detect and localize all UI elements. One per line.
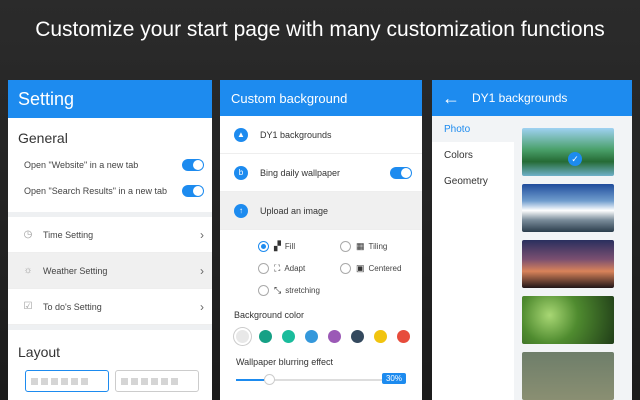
color-swatch[interactable] bbox=[397, 330, 410, 343]
layout-option-1[interactable] bbox=[25, 370, 109, 392]
adapt-icon: ⛶ bbox=[274, 262, 281, 273]
radio bbox=[340, 262, 351, 274]
layout-option-2[interactable] bbox=[115, 370, 199, 392]
open-website-toggle[interactable] bbox=[182, 159, 204, 171]
fit-options: ▞ Fill ▦ Tiling ⛶ Adapt ▣ Centered ⤡ str… bbox=[220, 230, 422, 298]
layout-title: Layout bbox=[18, 344, 61, 360]
option-label: Open "Website" in a new tab bbox=[24, 160, 139, 170]
blur-label: Wallpaper blurring effect bbox=[236, 357, 334, 367]
checkmark-icon: ✓ bbox=[568, 152, 582, 166]
row-bing-wallpaper: b Bing daily wallpaper bbox=[220, 154, 422, 192]
centered-icon: ▣ bbox=[356, 262, 365, 273]
custom-background-title: Custom background bbox=[220, 80, 422, 116]
thumbnail-grass-drops[interactable] bbox=[522, 296, 614, 344]
thumbnail-sunset-tree[interactable] bbox=[522, 240, 614, 288]
menu-label: Time Setting bbox=[43, 229, 94, 240]
color-swatch[interactable] bbox=[236, 330, 249, 343]
row-label: DY1 backgrounds bbox=[260, 129, 332, 140]
row-upload-image[interactable]: ↑ Upload an image bbox=[220, 192, 422, 230]
thumbnail-mountain[interactable] bbox=[522, 184, 614, 232]
thumbnail-forest-lake[interactable]: ✓ bbox=[522, 128, 614, 176]
menu-label: To do's Setting bbox=[43, 301, 102, 312]
slider-thumb[interactable] bbox=[264, 374, 275, 385]
menu-item-time-setting[interactable]: ◷ Time Setting › bbox=[8, 217, 212, 253]
option-open-search-results: Open "Search Results" in a new tab bbox=[8, 178, 212, 204]
color-swatch[interactable] bbox=[351, 330, 364, 343]
option-open-website: Open "Website" in a new tab bbox=[8, 152, 212, 178]
upload-icon: ↑ bbox=[234, 203, 248, 218]
radio bbox=[258, 240, 269, 252]
fit-option-tiling[interactable]: ▦ Tiling bbox=[340, 238, 420, 254]
headline: Customize your start page with many cust… bbox=[35, 18, 605, 41]
radio bbox=[258, 262, 269, 274]
menu-label: Weather Setting bbox=[43, 265, 108, 276]
fit-option-fill[interactable]: ▞ Fill bbox=[258, 238, 340, 254]
radio bbox=[258, 284, 269, 296]
option-label: Tiling bbox=[368, 241, 388, 251]
open-search-results-toggle[interactable] bbox=[182, 185, 204, 197]
blur-value: 30% bbox=[381, 373, 406, 384]
back-arrow-icon[interactable]: ← bbox=[442, 88, 460, 109]
category-list: Photo Colors Geometry bbox=[432, 116, 514, 400]
fit-option-stretching[interactable]: ⤡ stretching bbox=[258, 282, 340, 298]
color-swatch[interactable] bbox=[305, 330, 318, 343]
bing-icon: b bbox=[234, 165, 248, 180]
category-geometry[interactable]: Geometry bbox=[432, 168, 514, 194]
chevron-right-icon: › bbox=[200, 263, 204, 278]
sun-icon: ☼ bbox=[23, 265, 33, 276]
color-swatches bbox=[220, 320, 422, 343]
fit-option-centered[interactable]: ▣ Centered bbox=[340, 260, 420, 276]
color-swatch[interactable] bbox=[374, 330, 387, 343]
fit-option-adapt[interactable]: ⛶ Adapt bbox=[258, 260, 340, 276]
slider-fill bbox=[236, 379, 264, 381]
backgrounds-header: ← DY1 backgrounds bbox=[432, 80, 632, 116]
backgrounds-panel: ← DY1 backgrounds Photo Colors Geometry … bbox=[432, 80, 632, 400]
row-label: Bing daily wallpaper bbox=[260, 167, 341, 178]
option-label: Centered bbox=[368, 263, 402, 273]
option-label: Fill bbox=[284, 241, 296, 251]
custom-background-panel: Custom background ▲ DY1 backgrounds b Bi… bbox=[220, 80, 422, 400]
stretch-icon: ⤡ bbox=[274, 284, 282, 295]
menu-item-todo-setting[interactable]: ☑ To do's Setting › bbox=[8, 289, 212, 325]
category-photo[interactable]: Photo bbox=[432, 116, 514, 142]
tiling-icon: ▦ bbox=[356, 240, 365, 251]
thumbnail-grid: ✓ bbox=[514, 116, 632, 400]
option-label: Open "Search Results" in a new tab bbox=[24, 186, 167, 196]
row-dy1-backgrounds[interactable]: ▲ DY1 backgrounds bbox=[220, 116, 422, 154]
option-label: stretching bbox=[285, 285, 320, 295]
backgrounds-title: DY1 backgrounds bbox=[472, 91, 568, 105]
radio bbox=[340, 240, 351, 252]
color-swatch[interactable] bbox=[282, 330, 295, 343]
clock-icon: ◷ bbox=[23, 229, 33, 240]
background-color-label: Background color bbox=[234, 310, 305, 320]
color-swatch[interactable] bbox=[259, 330, 272, 343]
row-label: Upload an image bbox=[260, 205, 329, 216]
blur-slider[interactable]: 30% bbox=[236, 373, 406, 387]
fill-icon: ▞ bbox=[274, 240, 281, 251]
chevron-right-icon: › bbox=[200, 227, 204, 242]
settings-title: Setting bbox=[8, 80, 212, 118]
option-label: Adapt bbox=[284, 263, 306, 273]
bing-wallpaper-toggle[interactable] bbox=[390, 166, 412, 179]
category-colors[interactable]: Colors bbox=[432, 142, 514, 168]
chevron-right-icon: › bbox=[200, 299, 204, 314]
checklist-icon: ☑ bbox=[23, 301, 33, 312]
general-title: General bbox=[18, 130, 68, 146]
menu-item-weather-setting[interactable]: ☼ Weather Setting › bbox=[8, 253, 212, 289]
layout-options bbox=[8, 360, 212, 392]
image-icon: ▲ bbox=[234, 127, 248, 142]
thumbnail-partial[interactable] bbox=[522, 352, 614, 400]
settings-panel: Setting General Open "Website" in a new … bbox=[8, 80, 212, 400]
color-swatch[interactable] bbox=[328, 330, 341, 343]
